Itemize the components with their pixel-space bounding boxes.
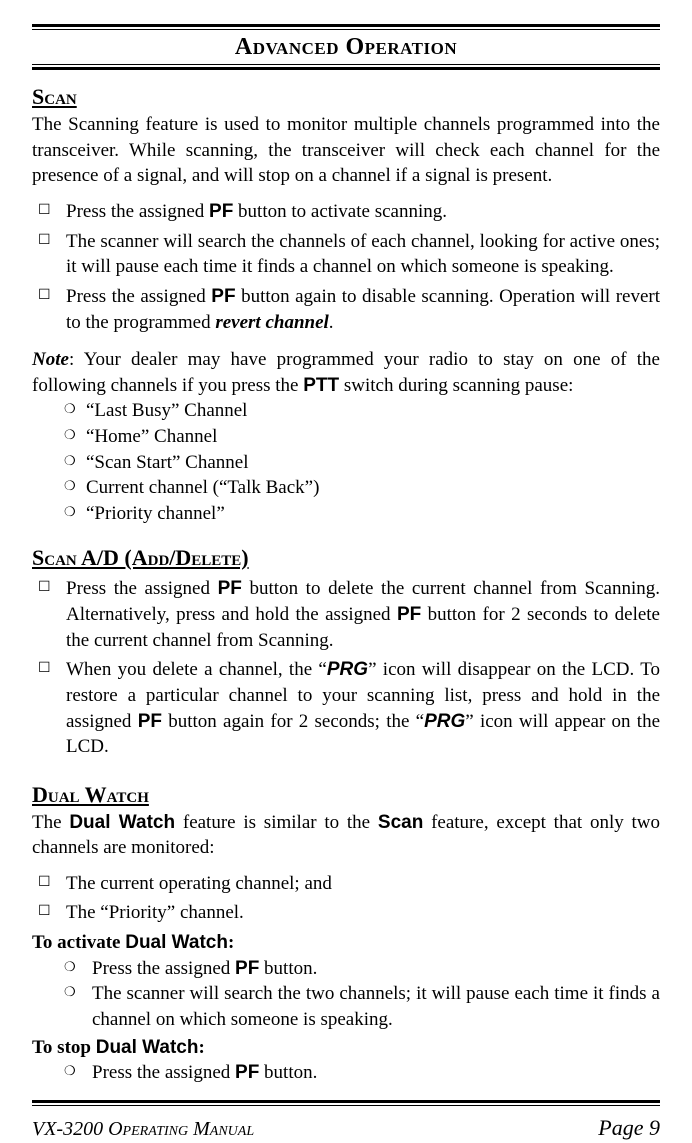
- dual-bullets: The current operating channel; and The “…: [32, 871, 660, 926]
- list-item: “Home” Channel: [82, 424, 660, 450]
- dual-stop-heading: To stop Dual Watch:: [32, 1035, 660, 1061]
- list-item: Press the assigned PF button again to di…: [54, 284, 660, 335]
- list-item: The scanner will search the channels of …: [54, 229, 660, 280]
- scan-intro: The Scanning feature is used to monitor …: [32, 112, 660, 189]
- list-item: Press the assigned PF button.: [82, 1060, 660, 1086]
- page-footer: VX-3200 Operating Manual Page 9: [32, 1105, 660, 1143]
- list-item: “Scan Start” Channel: [82, 450, 660, 476]
- list-item: The “Priority” channel.: [54, 900, 660, 926]
- footer-manual-name: VX-3200 Operating Manual: [32, 1116, 254, 1143]
- heading-scan-ad: Scan A/D (Add/Delete): [32, 543, 660, 573]
- page-title: Advanced Operation: [32, 29, 660, 65]
- list-item: When you delete a channel, the “PRG” ico…: [54, 657, 660, 760]
- dual-intro: The Dual Watch feature is similar to the…: [32, 810, 660, 861]
- list-item: “Priority channel”: [82, 501, 660, 527]
- footer-page-number: Page 9: [598, 1113, 660, 1143]
- list-item: Press the assigned PF button.: [82, 956, 660, 982]
- dual-activate-list: Press the assigned PF button. The scanne…: [32, 956, 660, 1033]
- list-item: Current channel (“Talk Back”): [82, 475, 660, 501]
- page-title-box: Advanced Operation: [32, 24, 660, 70]
- scan-note-list: “Last Busy” Channel “Home” Channel “Scan…: [32, 398, 660, 526]
- scan-note: Note: Your dealer may have programmed yo…: [32, 347, 660, 398]
- scanad-bullets: Press the assigned PF button to delete t…: [32, 576, 660, 759]
- scan-bullets: Press the assigned PF button to activate…: [32, 199, 660, 335]
- heading-dual-watch: Dual Watch: [32, 780, 660, 810]
- list-item: Press the assigned PF button to activate…: [54, 199, 660, 225]
- footer-divider: [32, 1100, 660, 1105]
- dual-activate-heading: To activate Dual Watch:: [32, 930, 660, 956]
- heading-scan: Scan: [32, 82, 660, 112]
- list-item: The scanner will search the two channels…: [82, 981, 660, 1032]
- dual-stop-list: Press the assigned PF button.: [32, 1060, 660, 1086]
- list-item: “Last Busy” Channel: [82, 398, 660, 424]
- list-item: Press the assigned PF button to delete t…: [54, 576, 660, 653]
- list-item: The current operating channel; and: [54, 871, 660, 897]
